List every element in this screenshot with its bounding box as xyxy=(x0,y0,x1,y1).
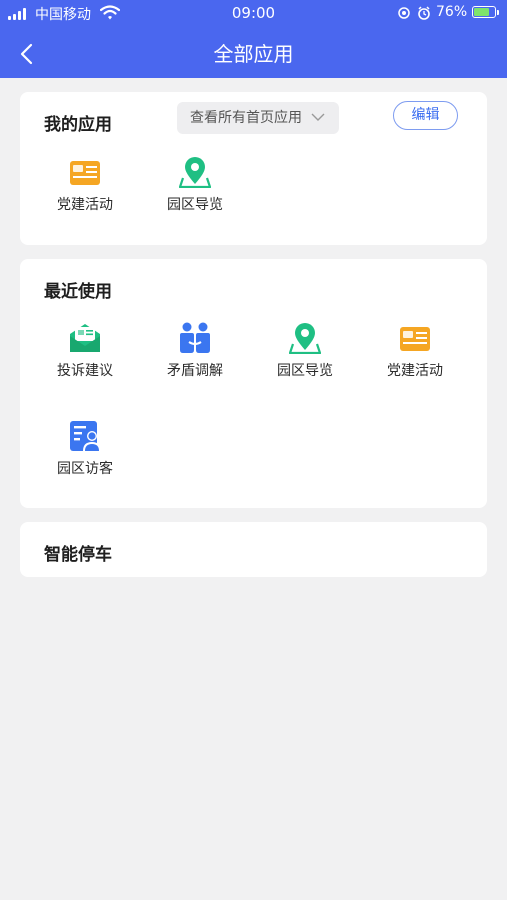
complaint-envelope-icon xyxy=(70,324,100,352)
recent-apps-card: 最近使用 投诉建议 矛盾调解 园区导览 党建活动 园区访客 xyxy=(20,259,487,508)
status-icons xyxy=(398,6,430,20)
app-label: 园区导览 xyxy=(277,363,333,379)
battery-icon xyxy=(472,6,496,18)
party-activity-icon xyxy=(70,161,100,185)
edit-button[interactable]: 编辑 xyxy=(393,101,458,130)
smart-parking-title: 智能停车 xyxy=(44,545,112,565)
homepage-apps-dropdown[interactable]: 查看所有首页应用 xyxy=(177,102,339,134)
my-apps-card: 我的应用 查看所有首页应用 编辑 党建活动 园区导览 xyxy=(20,92,487,245)
page-title: 全部应用 xyxy=(213,42,294,66)
battery-percent: 76% xyxy=(436,4,468,20)
smart-parking-card[interactable]: 智能停车 xyxy=(20,522,487,577)
party-activity-icon xyxy=(400,327,430,351)
app-label: 党建活动 xyxy=(57,197,113,213)
my-apps-title: 我的应用 xyxy=(44,115,112,135)
app-label: 党建活动 xyxy=(387,363,443,379)
map-pin-icon xyxy=(179,157,211,188)
app-header: 中国移动 09:00 76% 全部应用 xyxy=(0,0,507,78)
app-label: 园区访客 xyxy=(57,461,113,477)
map-pin-icon xyxy=(289,323,321,354)
battery-tip xyxy=(497,10,499,15)
recent-title: 最近使用 xyxy=(44,282,112,302)
visitor-icon xyxy=(70,421,101,451)
app-label: 矛盾调解 xyxy=(167,363,223,379)
app-label: 投诉建议 xyxy=(57,363,113,379)
dropdown-label: 查看所有首页应用 xyxy=(190,110,302,126)
chevron-down-icon xyxy=(311,113,325,121)
mediation-people-icon xyxy=(180,322,210,353)
app-label: 园区导览 xyxy=(167,197,223,213)
status-bar: 中国移动 09:00 76% xyxy=(0,0,507,28)
